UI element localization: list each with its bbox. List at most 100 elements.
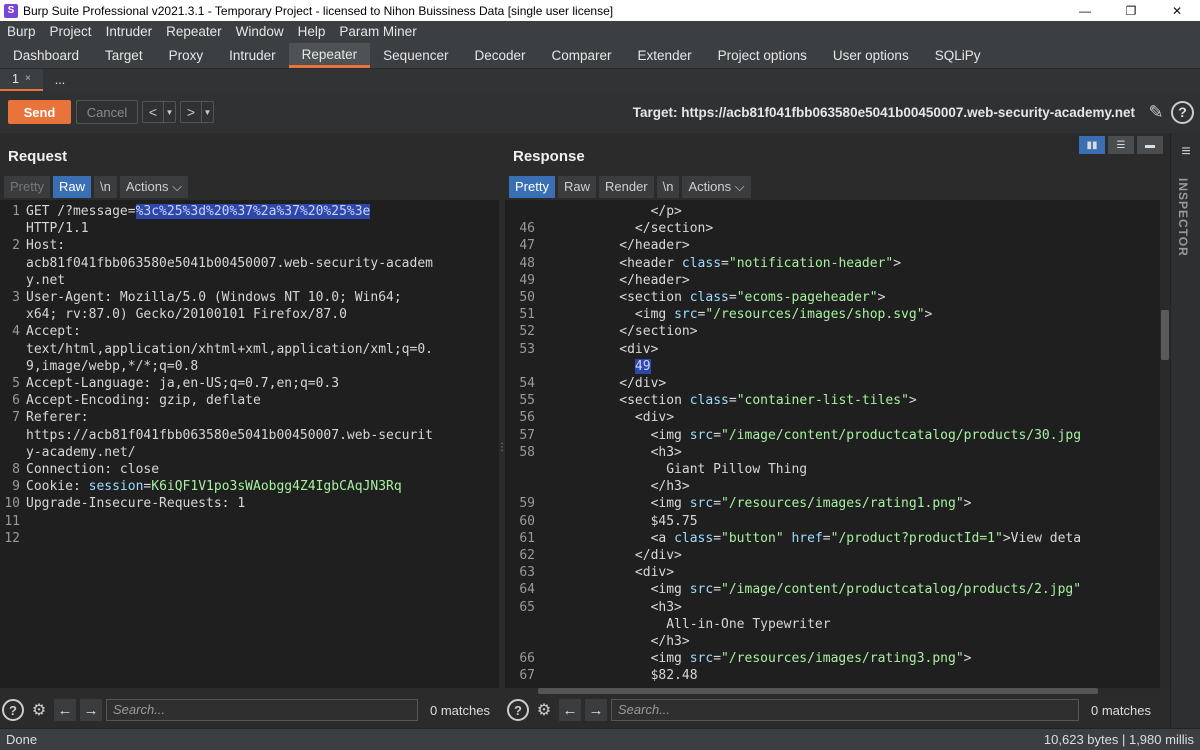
menu-project[interactable]: Project bbox=[43, 21, 99, 43]
menu-intruder[interactable]: Intruder bbox=[99, 21, 160, 43]
tab-sequencer[interactable]: Sequencer bbox=[370, 43, 461, 68]
code-line: <img src="/image/content/productcatalog/… bbox=[541, 427, 1081, 444]
code-token: close bbox=[119, 462, 160, 477]
tab-repeater[interactable]: Repeater bbox=[288, 43, 371, 68]
tab-project-options[interactable]: Project options bbox=[705, 43, 820, 68]
response-search-input[interactable]: Search... bbox=[611, 699, 1079, 721]
menu-bar: Burp Project Intruder Repeater Window Help Par… bbox=[0, 21, 1200, 43]
tab-decoder[interactable]: Decoder bbox=[461, 43, 538, 68]
next-match-button[interactable]: → bbox=[80, 699, 102, 721]
subtab-1[interactable]: 1 × bbox=[0, 69, 43, 91]
forward-dropdown-icon[interactable]: ▼ bbox=[201, 102, 213, 122]
request-view-raw[interactable]: Raw bbox=[52, 176, 91, 198]
line-number bbox=[0, 306, 20, 323]
previous-match-button[interactable]: ← bbox=[559, 699, 581, 721]
back-button[interactable]: < bbox=[143, 102, 163, 122]
forward-button[interactable]: > bbox=[181, 102, 201, 122]
restore-button[interactable]: ❐ bbox=[1108, 0, 1154, 21]
menu-repeater[interactable]: Repeater bbox=[159, 21, 229, 43]
line-number: 48 bbox=[519, 255, 535, 271]
help-icon[interactable]: ? bbox=[507, 699, 529, 721]
code-line: <div> bbox=[541, 341, 658, 358]
tabbed-layout-icon[interactable]: ▬ bbox=[1137, 136, 1163, 154]
request-view-actions[interactable]: Actions ⌵ bbox=[119, 176, 188, 198]
tab-extender[interactable]: Extender bbox=[625, 43, 705, 68]
close-window-button[interactable]: ✕ bbox=[1154, 0, 1200, 21]
request-editor[interactable]: 1 GET /?message=%3c%25%3d%20%37%2a%37%20%… bbox=[0, 200, 499, 688]
menu-param-miner[interactable]: Param Miner bbox=[332, 21, 423, 43]
back-dropdown-icon[interactable]: ▼ bbox=[163, 102, 175, 122]
layout-toggle-group: ▮▮ ☰ ▬ bbox=[1079, 136, 1163, 154]
request-view-newline[interactable]: \n bbox=[93, 176, 117, 198]
window-title-bar: S Burp Suite Professional v2021.3.1 - Te… bbox=[0, 0, 1200, 21]
code-token: </div> bbox=[634, 548, 682, 563]
gear-icon[interactable]: ⚙ bbox=[28, 699, 50, 721]
code-token: <h3> bbox=[650, 444, 682, 460]
cancel-button[interactable]: Cancel bbox=[76, 100, 138, 124]
menu-window[interactable]: Window bbox=[229, 21, 291, 43]
response-vertical-scrollbar[interactable] bbox=[1160, 200, 1170, 688]
response-view-actions[interactable]: Actions ⌵ bbox=[682, 176, 751, 198]
response-horizontal-scrollbar[interactable] bbox=[538, 688, 1158, 694]
line-number bbox=[505, 616, 535, 633]
line-number: 56 bbox=[519, 410, 535, 426]
inspector-sidebar[interactable]: ≡ INSPECTOR bbox=[1170, 133, 1200, 728]
send-button[interactable]: Send bbox=[8, 100, 71, 124]
code-token: class bbox=[681, 255, 722, 271]
help-icon[interactable]: ? bbox=[1171, 100, 1194, 124]
line-number bbox=[0, 427, 20, 444]
code-line: text/html,application/xhtml+xml,applicat… bbox=[26, 341, 433, 358]
line-number: 8 bbox=[12, 462, 20, 477]
code-line: Accept: bbox=[26, 323, 81, 340]
side-by-side-layout-icon[interactable]: ▮▮ bbox=[1079, 136, 1105, 154]
code-line: Accept-Encoding: gzip, deflate bbox=[26, 392, 261, 409]
code-token: 1 bbox=[237, 496, 246, 512]
code-token: acb81f041fbb063580e5041b00450007.web-sec… bbox=[26, 255, 433, 271]
tab-intruder[interactable]: Intruder bbox=[216, 43, 289, 68]
code-token: class bbox=[689, 393, 729, 409]
inspector-menu-icon[interactable]: ≡ bbox=[1177, 143, 1195, 161]
minimize-button[interactable]: — bbox=[1062, 0, 1108, 21]
code-line: y-academy.net/ bbox=[26, 444, 136, 461]
subtab-label: 1 bbox=[12, 72, 19, 86]
pencil-icon[interactable]: ✎ bbox=[1145, 102, 1167, 123]
code-token: </div> bbox=[619, 376, 667, 391]
window-title: Burp Suite Professional v2021.3.1 - Temp… bbox=[23, 3, 614, 18]
scrollbar-thumb[interactable] bbox=[1161, 310, 1169, 360]
request-search-input[interactable]: Search... bbox=[106, 699, 418, 721]
tab-user-options[interactable]: User options bbox=[820, 43, 922, 68]
menu-help[interactable]: Help bbox=[291, 21, 333, 43]
gear-icon[interactable]: ⚙ bbox=[533, 699, 555, 721]
line-number bbox=[505, 478, 535, 495]
tab-sqlipy[interactable]: SQLiPy bbox=[922, 43, 994, 68]
response-view-pretty[interactable]: Pretty bbox=[509, 176, 555, 198]
close-icon[interactable]: × bbox=[25, 68, 31, 90]
line-number: 59 bbox=[519, 496, 535, 512]
response-view-raw[interactable]: Raw bbox=[557, 176, 596, 198]
subtab-new[interactable]: ... bbox=[43, 69, 77, 91]
tab-target[interactable]: Target bbox=[92, 43, 156, 68]
previous-match-button[interactable]: ← bbox=[54, 699, 76, 721]
code-line: y.net bbox=[26, 272, 65, 289]
inspector-label[interactable]: INSPECTOR bbox=[1176, 178, 1190, 257]
menu-burp[interactable]: Burp bbox=[0, 21, 43, 43]
code-line: Host: bbox=[26, 237, 65, 254]
next-match-button[interactable]: → bbox=[585, 699, 607, 721]
code-line: </header> bbox=[541, 237, 689, 254]
response-view-newline[interactable]: \n bbox=[656, 176, 680, 198]
help-icon[interactable]: ? bbox=[2, 699, 24, 721]
tab-comparer[interactable]: Comparer bbox=[539, 43, 625, 68]
code-line: <h3> bbox=[541, 444, 682, 461]
response-editor[interactable]: </p> 46 </section> 47 </header> 48 <header … bbox=[505, 200, 1160, 688]
tab-dashboard[interactable]: Dashboard bbox=[0, 43, 92, 68]
line-number bbox=[0, 272, 20, 289]
response-view-render[interactable]: Render bbox=[598, 176, 654, 198]
code-token: <div> bbox=[619, 341, 659, 357]
request-view-pretty[interactable]: Pretty bbox=[4, 176, 50, 198]
code-token: </p> bbox=[650, 204, 682, 219]
scrollbar-thumb[interactable] bbox=[538, 688, 1098, 694]
stacked-layout-icon[interactable]: ☰ bbox=[1108, 136, 1134, 154]
tab-proxy[interactable]: Proxy bbox=[156, 43, 217, 68]
